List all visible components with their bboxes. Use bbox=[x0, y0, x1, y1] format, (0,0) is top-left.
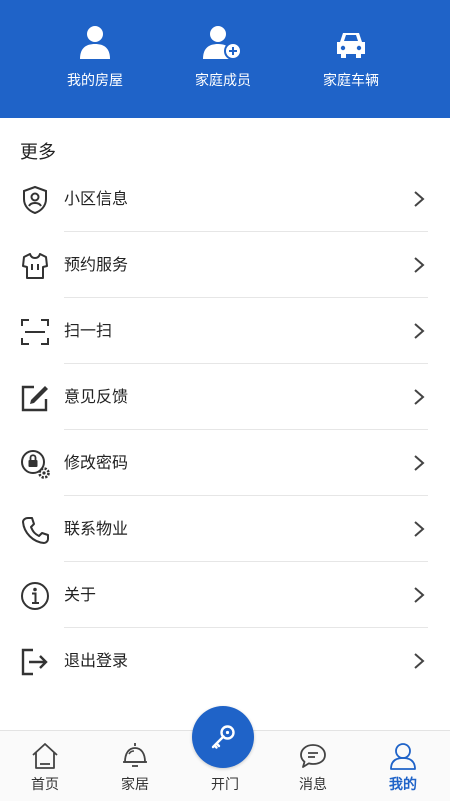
shield-user-icon bbox=[23, 185, 47, 215]
tab-label: 我的 bbox=[389, 777, 417, 793]
menu-label: 预约服务 bbox=[64, 255, 129, 274]
home-icon bbox=[32, 743, 58, 769]
more-section-title: 更多 bbox=[20, 142, 56, 163]
chevron-right-icon bbox=[414, 587, 425, 603]
user-add-icon bbox=[203, 26, 242, 60]
shirt-icon bbox=[22, 253, 48, 279]
family-vehicles-button[interactable]: 家庭车辆 bbox=[291, 22, 411, 90]
menu-label: 小区信息 bbox=[64, 189, 129, 208]
tab-messages[interactable]: 消息 bbox=[268, 739, 358, 794]
bell-icon bbox=[123, 743, 147, 767]
menu-label: 关于 bbox=[64, 585, 97, 604]
phone-icon bbox=[22, 517, 49, 544]
menu-label: 退出登录 bbox=[64, 651, 129, 670]
chevron-right-icon bbox=[414, 389, 425, 405]
chevron-right-icon bbox=[414, 191, 425, 207]
chevron-right-icon bbox=[414, 257, 425, 273]
open-door-fab[interactable] bbox=[192, 706, 254, 768]
user-icon bbox=[80, 26, 110, 59]
key-icon bbox=[211, 725, 235, 749]
scan-icon bbox=[21, 319, 49, 345]
chevron-right-icon bbox=[414, 323, 425, 339]
chevron-right-icon bbox=[414, 521, 425, 537]
menu-item-contact-property[interactable]: 联系物业 bbox=[0, 496, 450, 562]
menu-item-logout[interactable]: 退出登录 bbox=[0, 628, 450, 694]
menu-label: 修改密码 bbox=[64, 453, 129, 472]
message-icon bbox=[300, 744, 326, 768]
tab-smart-home[interactable]: 家居 bbox=[90, 739, 180, 794]
family-members-button[interactable]: 家庭成员 bbox=[163, 22, 283, 90]
menu-label: 扫一扫 bbox=[64, 321, 113, 340]
edit-icon bbox=[21, 385, 48, 412]
car-icon bbox=[337, 33, 365, 58]
menu-item-about[interactable]: 关于 bbox=[0, 562, 450, 628]
menu-item-scan[interactable]: 扫一扫 bbox=[0, 298, 450, 364]
menu-item-appointment-service[interactable]: 预约服务 bbox=[0, 232, 450, 298]
my-house-label: 我的房屋 bbox=[67, 73, 123, 89]
menu-label: 联系物业 bbox=[64, 519, 129, 538]
profile-header: 我的房屋 家庭成员 家庭车辆 bbox=[0, 0, 450, 118]
chevron-right-icon bbox=[414, 455, 425, 471]
family-members-label: 家庭成员 bbox=[195, 73, 251, 89]
tab-label: 开门 bbox=[211, 777, 239, 793]
info-icon bbox=[21, 582, 49, 610]
family-vehicles-label: 家庭车辆 bbox=[323, 73, 379, 89]
my-house-button[interactable]: 我的房屋 bbox=[35, 22, 155, 90]
user-outline-icon bbox=[390, 743, 416, 770]
tab-home[interactable]: 首页 bbox=[0, 739, 90, 794]
menu-item-change-password[interactable]: 修改密码 bbox=[0, 430, 450, 496]
tab-mine[interactable]: 我的 bbox=[358, 739, 448, 794]
tab-label: 家居 bbox=[121, 777, 149, 793]
lock-settings-icon bbox=[21, 450, 50, 479]
chevron-right-icon bbox=[414, 653, 425, 669]
tab-label: 消息 bbox=[299, 777, 327, 793]
more-menu: 小区信息 预约服务 扫一扫 意见反馈 修改密码 联系物业 关于 退出登录 bbox=[0, 166, 450, 694]
menu-item-feedback[interactable]: 意见反馈 bbox=[0, 364, 450, 430]
logout-icon bbox=[21, 648, 48, 676]
menu-item-community-info[interactable]: 小区信息 bbox=[0, 166, 450, 232]
tab-label: 首页 bbox=[31, 777, 59, 793]
menu-label: 意见反馈 bbox=[64, 387, 129, 406]
